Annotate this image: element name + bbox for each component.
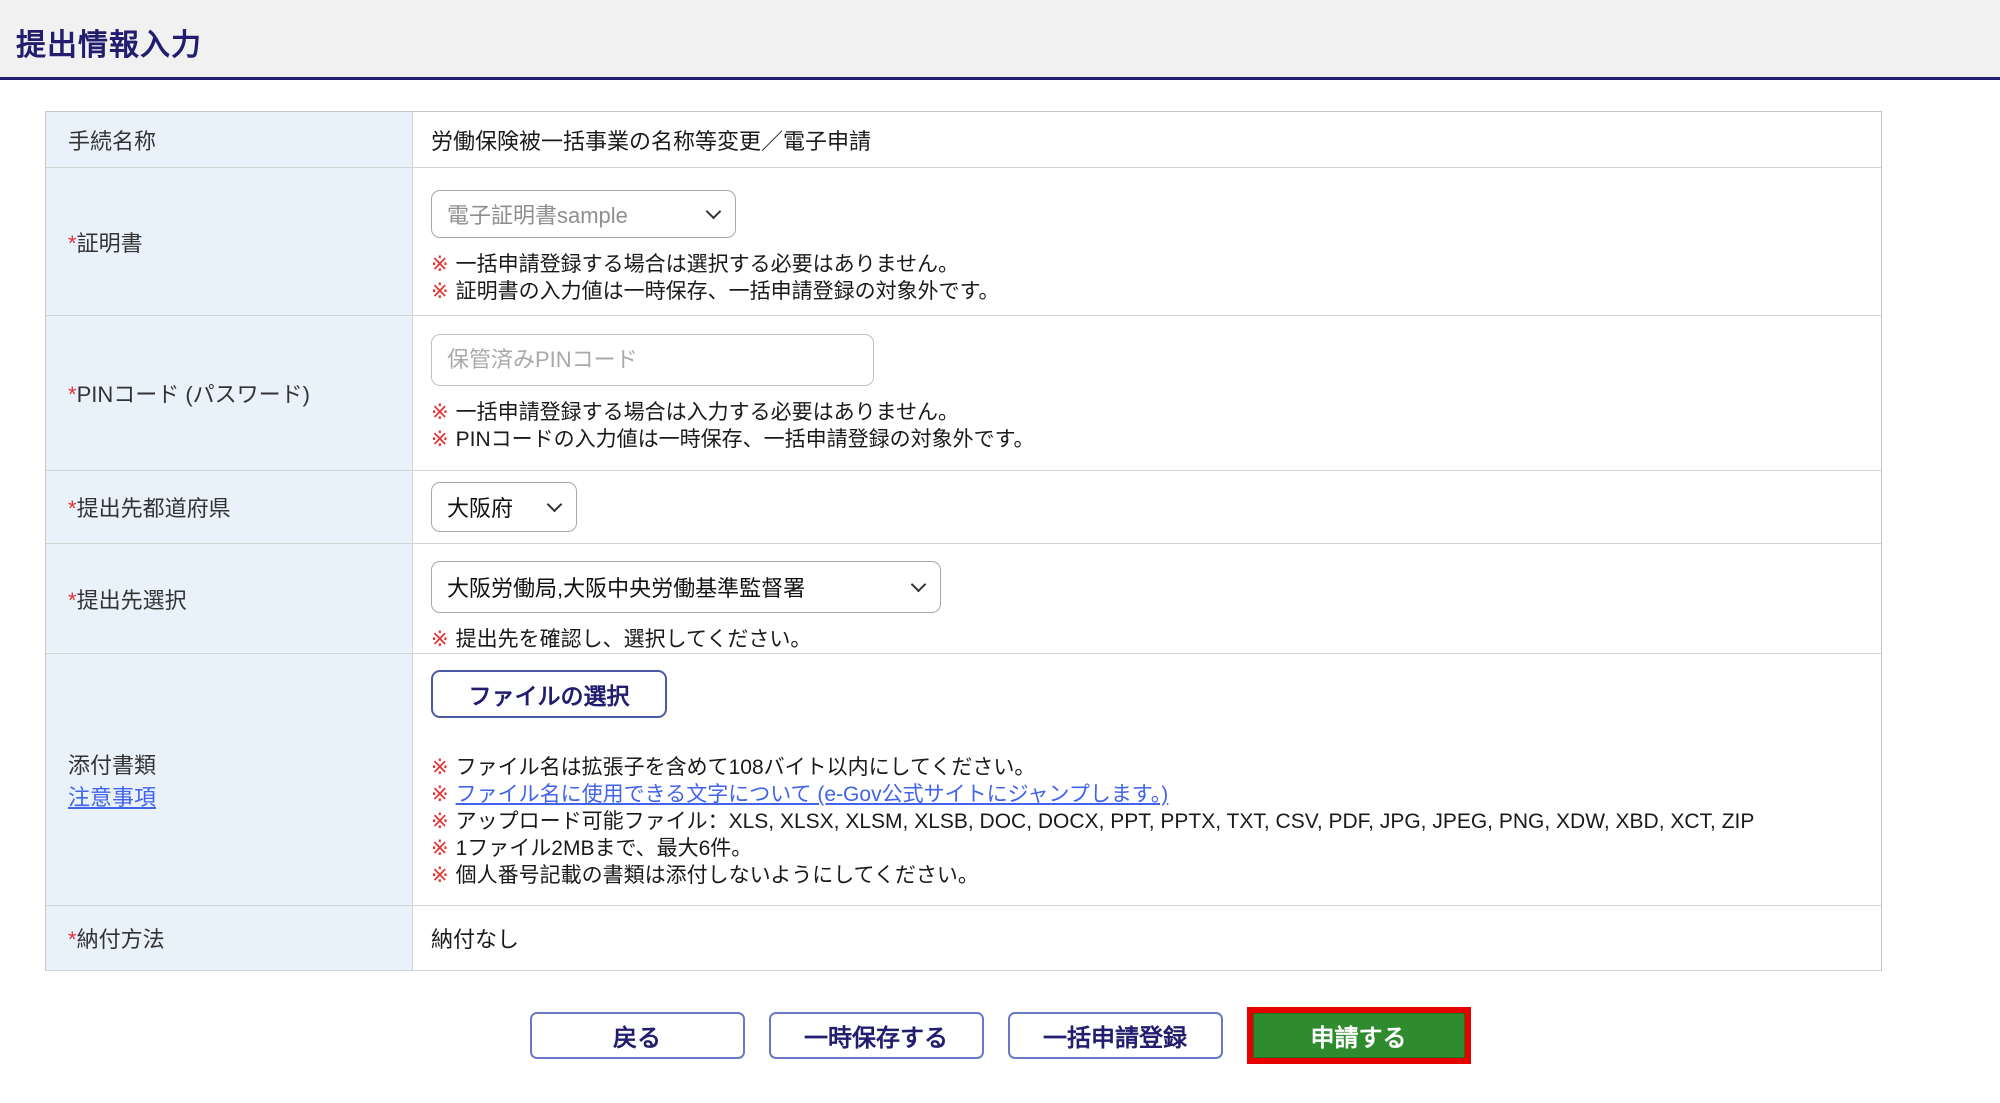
destination-office-label: *提出先選択 [68,583,412,615]
required-mark: * [68,927,77,952]
procedure-name-label: 手続名称 [68,124,412,156]
chevron-down-icon [706,203,722,219]
certificate-note: ※証明書の入力値は一時保存、一括申請登録の対象外です。 [431,278,1881,305]
attachments-note: ※ファイル名は拡張子を含めて108バイト以内にしてください。 [431,754,1881,781]
row-attachments: 添付書類 注意事項 ファイルの選択 ※ファイル名は拡張子を含めて108バイト以内… [46,654,1881,906]
certificate-select-value: 電子証明書sample [447,198,628,230]
destination-office-select[interactable]: 大阪労働局,大阪中央労働基準監督署 [431,561,941,613]
footer-button-bar: 戻る 一時保存する 一括申請登録 申請する [0,1007,2000,1064]
pin-code-note: ※一括申請登録する場合は入力する必要はありません。 [431,399,1881,426]
prefecture-select-value: 大阪府 [447,491,513,523]
certificate-select[interactable]: 電子証明書sample [431,190,736,238]
file-select-button[interactable]: ファイルの選択 [431,670,667,718]
attachments-caution-link[interactable]: 注意事項 [68,780,412,812]
row-destination-prefecture: *提出先都道府県 大阪府 [46,471,1881,544]
certificate-label: *証明書 [68,226,412,258]
required-mark: * [68,382,77,407]
attachments-note: ※アップロード可能ファイル：XLS, XLSX, XLSM, XLSB, DOC… [431,808,1881,835]
pin-code-note: ※PINコードの入力値は一時保存、一括申請登録の対象外です。 [431,426,1881,453]
row-procedure-name: 手続名称 労働保険被一括事業の名称等変更／電子申請 [46,112,1881,168]
row-pin-code: *PINコード (パスワード) ※一括申請登録する場合は入力する必要はありません… [46,316,1881,471]
pin-code-label: *PINコード (パスワード) [68,377,412,409]
chevron-down-icon [911,576,927,592]
batch-application-button[interactable]: 一括申請登録 [1008,1012,1223,1059]
attachments-note: ※ファイル名に使用できる文字について (e-Gov公式サイトにジャンプします。) [431,781,1881,808]
destination-prefecture-label: *提出先都道府県 [68,491,412,523]
row-payment-method: *納付方法 納付なし [46,906,1881,971]
required-mark: * [68,496,77,521]
back-button[interactable]: 戻る [530,1012,745,1059]
submit-button[interactable]: 申請する [1253,1013,1465,1058]
certificate-note: ※一括申請登録する場合は選択する必要はありません。 [431,251,1881,278]
required-mark: * [68,231,77,256]
payment-method-label: *納付方法 [68,922,412,954]
required-mark: * [68,588,77,613]
page-header: 提出情報入力 [0,0,2000,80]
destination-office-select-value: 大阪労働局,大阪中央労働基準監督署 [447,571,805,603]
attachments-note: ※個人番号記載の書類は添付しないようにしてください。 [431,862,1881,889]
row-certificate: *証明書 電子証明書sample ※一括申請登録する場合は選択する必要はありませ… [46,168,1881,316]
procedure-name-value: 労働保険被一括事業の名称等変更／電子申請 [431,124,1881,156]
temporary-save-button[interactable]: 一時保存する [769,1012,984,1059]
submit-button-highlight: 申請する [1247,1007,1471,1064]
row-destination-office: *提出先選択 大阪労働局,大阪中央労働基準監督署 ※提出先を確認し、選択してくだ… [46,544,1881,654]
prefecture-select[interactable]: 大阪府 [431,482,577,532]
page-title: 提出情報入力 [0,0,2000,64]
pin-code-input[interactable] [431,334,874,386]
payment-method-value: 納付なし [431,922,1881,954]
filename-characters-link[interactable]: ファイル名に使用できる文字について (e-Gov公式サイトにジャンプします。) [456,783,1169,806]
chevron-down-icon [547,496,563,512]
destination-office-note: ※提出先を確認し、選択してください。 [431,626,1881,653]
submission-form-table: 手続名称 労働保険被一括事業の名称等変更／電子申請 *証明書 電子証明書samp… [45,111,1882,971]
attachments-label: 添付書類 [68,748,412,780]
attachments-note: ※1ファイル2MBまで、最大6件。 [431,835,1881,862]
